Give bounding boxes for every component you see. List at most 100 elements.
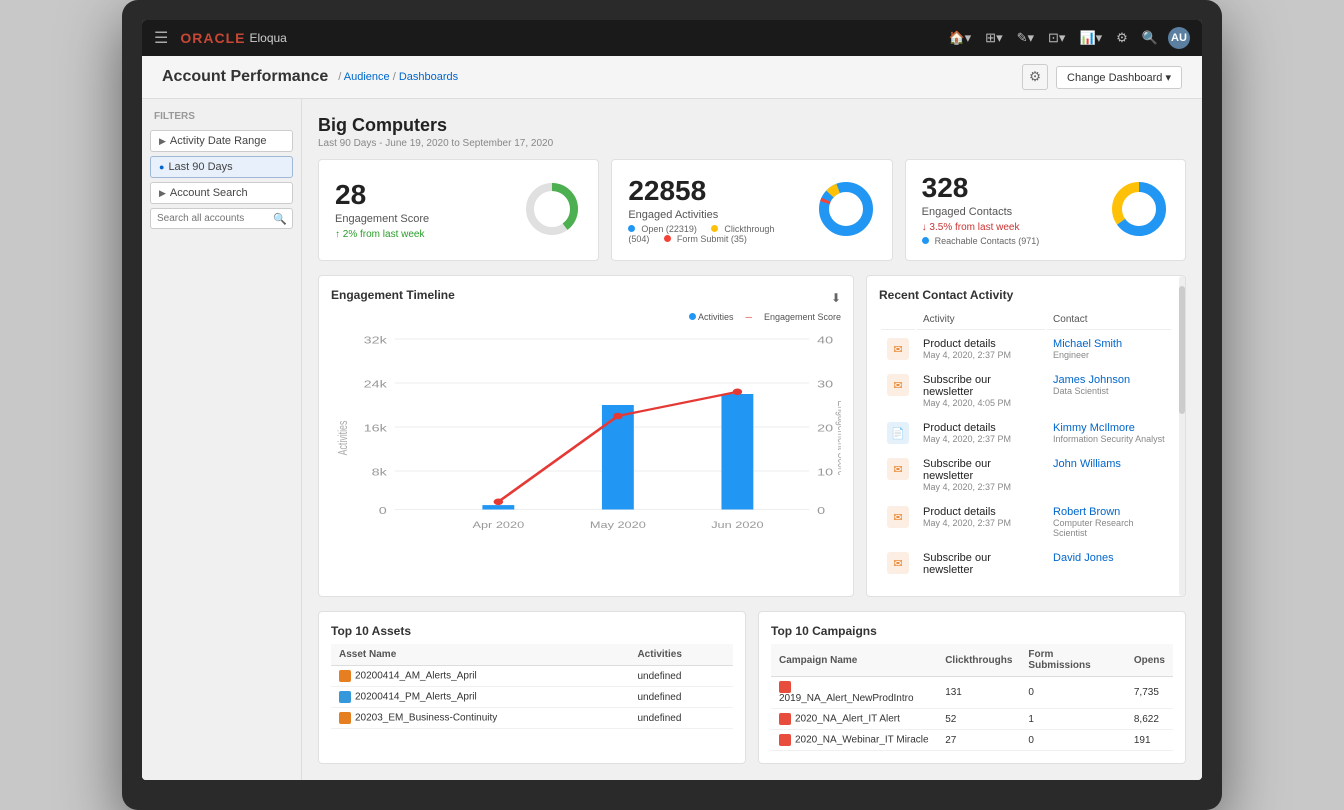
activity-col-icon <box>881 310 915 330</box>
chart-icon[interactable]: 📊▾ <box>1075 28 1106 48</box>
search-input[interactable] <box>150 208 293 229</box>
activity-type-icon: ✉ <box>881 332 915 366</box>
top-assets-panel: Top 10 Assets Asset Name Activities 2020… <box>318 611 746 764</box>
breadcrumb-dashboards[interactable]: Dashboards <box>399 71 458 83</box>
sidebar-search: 🔍 <box>150 208 293 229</box>
activity-col-contact: Contact <box>1047 310 1171 330</box>
topnav-icons: 🏠▾ ⊞▾ ✎▾ ⊡▾ 📊▾ ⚙ 🔍 AU <box>944 27 1190 49</box>
activity-type-icon: ✉ <box>881 500 915 544</box>
sidebar-filter-activity-date[interactable]: ▶ Activity Date Range <box>150 130 293 152</box>
activity-type-icon: ✉ <box>881 452 915 498</box>
activity-type-icon: ✉ <box>881 546 915 582</box>
settings-icon[interactable]: ⊡▾ <box>1044 28 1069 48</box>
breadcrumb-bar: Account Performance / Audience / Dashboa… <box>142 56 1202 99</box>
asset-row: 20200414_PM_Alerts_April undefined <box>331 687 733 708</box>
activity-details: Subscribe our newsletter May 4, 2020, 4:… <box>917 368 1045 414</box>
asset-row: 20200414_AM_Alerts_April undefined <box>331 666 733 687</box>
sidebar-filter-last90[interactable]: ● Last 90 Days <box>150 156 293 178</box>
asset-activities: undefined <box>629 708 733 729</box>
dashboard: Big Computers Last 90 Days - June 19, 20… <box>302 99 1202 780</box>
activity-contact: James Johnson Data Scientist <box>1047 368 1171 414</box>
kpi-score-trend: ↑ 2% from last week <box>335 229 506 240</box>
svg-text:8k: 8k <box>372 467 388 478</box>
svg-text:24k: 24k <box>364 379 388 390</box>
search-input-icon: 🔍 <box>273 212 287 225</box>
assets-col-activities: Activities <box>629 644 733 666</box>
top-campaigns-title: Top 10 Campaigns <box>771 624 1173 638</box>
sidebar-filter-account-search[interactable]: ▶ Account Search <box>150 182 293 204</box>
top-assets-table: Asset Name Activities 20200414_AM_Alerts… <box>331 644 733 729</box>
campaign-opens: 7,735 <box>1126 677 1173 709</box>
hamburger-icon[interactable]: ☰ <box>154 28 168 48</box>
search-icon[interactable]: 🔍 <box>1138 28 1162 48</box>
edit-icon[interactable]: ✎▾ <box>1013 28 1038 48</box>
asset-row: 20203_EM_Business-Continuity undefined <box>331 708 733 729</box>
campaign-clickthroughs: 131 <box>937 677 1020 709</box>
breadcrumb-audience[interactable]: Audience <box>344 71 390 83</box>
activity-table: Activity Contact ✉ Product details May 4… <box>879 308 1173 584</box>
activity-details: Product details May 4, 2020, 2:37 PM <box>917 416 1045 450</box>
settings-button[interactable]: ⚙ <box>1022 64 1048 90</box>
middle-row: Engagement Timeline ⬇ Activities ─ Engag… <box>318 275 1186 597</box>
kpi-activities-donut <box>816 179 876 242</box>
svg-text:Apr 2020: Apr 2020 <box>473 521 525 531</box>
svg-text:32k: 32k <box>364 335 388 346</box>
change-dashboard-button[interactable]: Change Dashboard ▾ <box>1056 66 1182 89</box>
campaign-opens: 8,622 <box>1126 709 1173 730</box>
gear-icon[interactable]: ⚙ <box>1112 28 1132 48</box>
topnav: ☰ ORACLE Eloqua 🏠▾ ⊞▾ ✎▾ ⊡▾ 📊▾ ⚙ 🔍 AU <box>142 20 1202 56</box>
activity-type-icon: 📄 <box>881 416 915 450</box>
activity-row: 📄 Product details May 4, 2020, 2:37 PM K… <box>881 416 1171 450</box>
download-icon[interactable]: ⬇ <box>831 291 841 305</box>
activity-row: ✉ Product details May 4, 2020, 2:37 PM M… <box>881 332 1171 366</box>
svg-text:10: 10 <box>817 467 833 478</box>
kpi-score-label: Engagement Score <box>335 213 506 225</box>
kpi-activities-label: Engaged Activities <box>628 209 799 221</box>
legend-score: Engagement Score <box>764 312 841 322</box>
svg-text:16k: 16k <box>364 423 388 434</box>
asset-name: 20203_EM_Business-Continuity <box>331 708 629 729</box>
svg-text:20: 20 <box>817 423 833 434</box>
brand: ORACLE Eloqua <box>180 30 287 46</box>
campaign-form-submissions: 0 <box>1020 677 1125 709</box>
campaign-clickthroughs: 52 <box>937 709 1020 730</box>
asset-name: 20200414_AM_Alerts_April <box>331 666 629 687</box>
kpi-score-donut <box>522 179 582 242</box>
activity-contact: Michael Smith Engineer <box>1047 332 1171 366</box>
home-icon[interactable]: 🏠▾ <box>944 28 975 48</box>
campaign-clickthroughs: 27 <box>937 730 1020 751</box>
scrollbar[interactable] <box>1179 276 1185 596</box>
legend-activities: Activities <box>698 312 734 322</box>
user-avatar[interactable]: AU <box>1168 27 1190 49</box>
svg-text:Activities: Activities <box>336 420 350 455</box>
engagement-timeline-title: Engagement Timeline <box>331 288 455 302</box>
kpi-engaged-contacts: 328 Engaged Contacts ↓ 3.5% from last we… <box>905 159 1186 261</box>
assets-col-name: Asset Name <box>331 644 629 666</box>
kpi-contacts-number: 328 <box>922 174 1093 202</box>
svg-text:Jun 2020: Jun 2020 <box>711 521 763 531</box>
kpi-score-number: 28 <box>335 181 506 209</box>
chart-legend: Activities ─ Engagement Score <box>331 312 841 322</box>
activity-row: ✉ Subscribe our newsletter May 4, 2020, … <box>881 368 1171 414</box>
campaign-form-submissions: 1 <box>1020 709 1125 730</box>
top-campaigns-table: Campaign Name Clickthroughs Form Submiss… <box>771 644 1173 751</box>
kpi-contacts-label: Engaged Contacts <box>922 206 1093 218</box>
bottom-row: Top 10 Assets Asset Name Activities 2020… <box>318 611 1186 764</box>
kpi-engaged-activities: 22858 Engaged Activities Open (22319) Cl… <box>611 159 892 261</box>
activity-row: ✉ Product details May 4, 2020, 2:37 PM R… <box>881 500 1171 544</box>
svg-text:0: 0 <box>817 505 825 516</box>
sidebar-filter-activity-date-label: Activity Date Range <box>170 135 267 147</box>
breadcrumb-path: / Audience / Dashboards <box>338 71 458 83</box>
svg-text:30: 30 <box>817 379 833 390</box>
grid-icon[interactable]: ⊞▾ <box>981 28 1006 48</box>
campaign-row: 2019_NA_Alert_NewProdIntro 131 0 7,735 <box>771 677 1173 709</box>
account-subtitle: Last 90 Days - June 19, 2020 to Septembe… <box>318 138 1186 149</box>
sidebar-filter-account-search-label: Account Search <box>170 187 248 199</box>
chart-area: 32k 24k 16k 8k 0 40 30 20 10 0 <box>331 328 841 548</box>
engagement-timeline-panel: Engagement Timeline ⬇ Activities ─ Engag… <box>318 275 854 597</box>
activity-col-activity: Activity <box>917 310 1045 330</box>
kpi-activities-legend-open: Open (22319) <box>641 224 697 234</box>
campaign-row: 2020_NA_Alert_IT Alert 52 1 8,622 <box>771 709 1173 730</box>
sidebar: Filters ▶ Activity Date Range ● Last 90 … <box>142 99 302 780</box>
activity-row: ✉ Subscribe our newsletter May 4, 2020, … <box>881 452 1171 498</box>
